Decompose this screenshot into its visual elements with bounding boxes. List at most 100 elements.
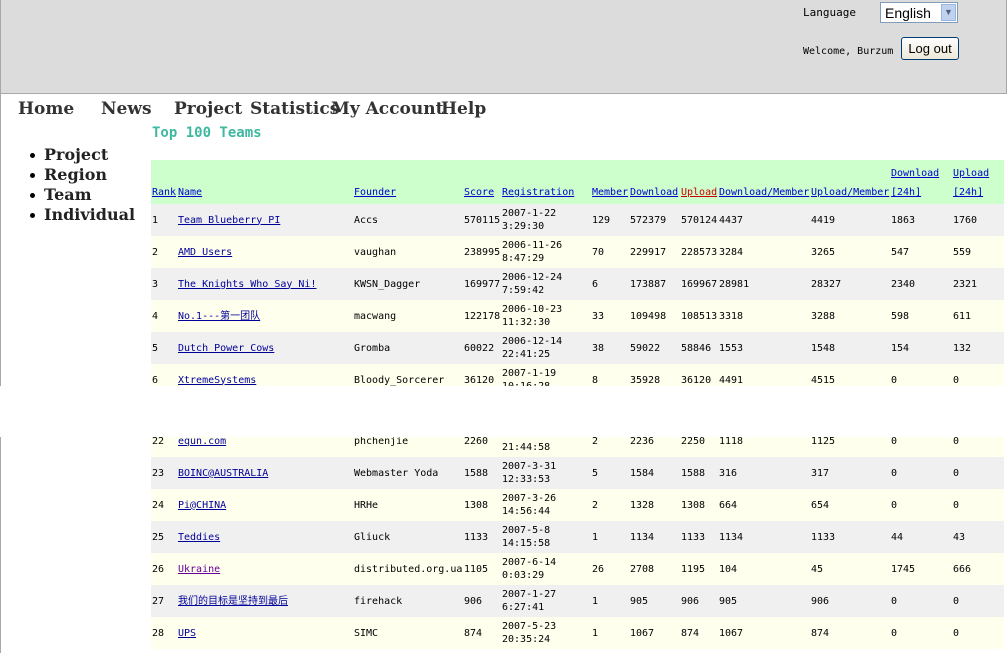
team-name-cell[interactable]: Teddies [177, 521, 353, 553]
founder-cell: firehack [353, 585, 463, 617]
download-per-member-cell: 1553 [718, 332, 810, 364]
table-header-row: Rank Name Founder Score Registration Mem… [151, 160, 1004, 204]
col-download[interactable]: Download [629, 160, 680, 204]
download-cell: 2236 [629, 437, 680, 457]
team-link[interactable]: Ukraine [178, 564, 220, 575]
team-link[interactable]: equn.com [178, 437, 226, 447]
upload-cell: 874 [680, 617, 718, 649]
registration-cell: 2006-12-14 22:41:25 [501, 332, 591, 364]
team-link[interactable]: Teddies [178, 532, 220, 543]
team-link[interactable]: The Knights Who Say Ni! [178, 279, 316, 290]
table-row: 28 UPS SIMC 874 2007-5-23 20:35:24 1 1067 874 10… [151, 617, 1004, 649]
rank-cell: 1 [151, 204, 177, 236]
download-24h-cell: 44 [890, 521, 952, 553]
upload-per-member-cell: 4419 [810, 204, 890, 236]
sidebar-item-project[interactable]: Project [26, 145, 135, 165]
rank-cell: 22 [151, 437, 177, 457]
col-name[interactable]: Name [177, 160, 353, 204]
team-name-cell[interactable]: The Knights Who Say Ni! [177, 268, 353, 300]
col-upload-per-member[interactable]: Upload/Member [810, 160, 890, 204]
nav-help[interactable]: Help [441, 99, 486, 119]
upload-per-member-cell: 4515 [810, 364, 890, 386]
col-upload-24h[interactable]: Upload [24h] [952, 160, 1004, 204]
team-name-cell[interactable]: Dutch Power Cows [177, 332, 353, 364]
download-24h-cell: 0 [890, 437, 952, 457]
download-cell: 2708 [629, 553, 680, 585]
team-name-cell[interactable]: UPS [177, 617, 353, 649]
upload-cell: 570124 [680, 204, 718, 236]
score-cell: 874 [463, 617, 501, 649]
score-cell: 60022 [463, 332, 501, 364]
upload-24h-cell: 1760 [952, 204, 1004, 236]
teams-table-continued: 22equn.comphchenjie22602007-2-17 21:44:5… [151, 437, 1004, 649]
upload-per-member-cell: 45 [810, 553, 890, 585]
upload-cell: 58846 [680, 332, 718, 364]
team-link[interactable]: UPS [178, 628, 196, 639]
team-name-cell[interactable]: BOINC@AUSTRALIA [177, 457, 353, 489]
team-link[interactable]: AMD Users [178, 247, 232, 258]
team-link[interactable]: BOINC@AUSTRALIA [178, 468, 268, 479]
team-name-cell[interactable]: Team Blueberry PI [177, 204, 353, 236]
download-cell: 905 [629, 585, 680, 617]
team-name-cell[interactable]: AMD Users [177, 236, 353, 268]
team-name-cell[interactable]: Ukraine [177, 553, 353, 585]
language-select[interactable]: English ▼ [880, 2, 958, 23]
member-cell: 6 [591, 268, 629, 300]
member-cell: 129 [591, 204, 629, 236]
nav-my-account[interactable]: My Account [331, 99, 443, 119]
team-name-cell[interactable]: 我们的目标是坚持到最后 [177, 585, 353, 617]
founder-cell: SIMC [353, 617, 463, 649]
team-link[interactable]: No.1---第一团队 [178, 311, 260, 322]
upload-per-member-cell: 906 [810, 585, 890, 617]
team-name-cell[interactable]: equn.com [177, 437, 353, 457]
upload-per-member-cell: 317 [810, 457, 890, 489]
logout-button[interactable]: Log out [901, 37, 959, 60]
team-name-cell[interactable]: No.1---第一团队 [177, 300, 353, 332]
team-link[interactable]: 我们的目标是坚持到最后 [178, 596, 288, 607]
sidebar-item-team[interactable]: Team [26, 185, 135, 205]
registration-cell: 2007-2-17 21:44:58 [501, 437, 591, 457]
upload-per-member-cell: 874 [810, 617, 890, 649]
team-link[interactable]: Team Blueberry PI [178, 215, 280, 226]
upload-cell: 1133 [680, 521, 718, 553]
score-cell: 122178 [463, 300, 501, 332]
team-link[interactable]: Pi@CHINA [178, 500, 226, 511]
sidebar-item-individual[interactable]: Individual [26, 205, 135, 225]
col-member[interactable]: Member [591, 160, 629, 204]
score-cell: 2260 [463, 437, 501, 457]
col-founder[interactable]: Founder [353, 160, 463, 204]
founder-cell: Gliuck [353, 521, 463, 553]
registration-cell: 2006-11-26 8:47:29 [501, 236, 591, 268]
team-link[interactable]: Dutch Power Cows [178, 343, 274, 354]
upload-per-member-cell: 3288 [810, 300, 890, 332]
col-rank[interactable]: Rank [151, 160, 177, 204]
col-download-24h[interactable]: Download [24h] [890, 160, 952, 204]
team-name-cell[interactable]: Pi@CHINA [177, 489, 353, 521]
col-download-per-member[interactable]: Download/Member [718, 160, 810, 204]
nav-project[interactable]: Project [174, 99, 242, 119]
registration-cell: 2007-6-14 0:03:29 [501, 553, 591, 585]
member-cell: 2 [591, 489, 629, 521]
team-name-cell[interactable]: XtremeSystems [177, 364, 353, 386]
chevron-down-icon[interactable]: ▼ [941, 4, 956, 21]
member-cell: 5 [591, 457, 629, 489]
col-score[interactable]: Score [463, 160, 501, 204]
nav-news[interactable]: News [101, 99, 152, 119]
col-upload[interactable]: Upload [680, 160, 718, 204]
nav-home[interactable]: Home [18, 99, 74, 119]
table-row: 26 Ukraine distributed.org.ua 1105 2007-6-14… [151, 553, 1004, 585]
nav-statistics[interactable]: Statistics [250, 99, 339, 119]
col-registration[interactable]: Registration [501, 160, 591, 204]
upload-cell: 1195 [680, 553, 718, 585]
founder-cell: Webmaster Yoda [353, 457, 463, 489]
upload-per-member-cell: 1548 [810, 332, 890, 364]
team-link[interactable]: XtremeSystems [178, 375, 256, 386]
download-cell: 229917 [629, 236, 680, 268]
upload-per-member-cell: 3265 [810, 236, 890, 268]
language-value: English [885, 5, 931, 21]
upload-24h-cell: 559 [952, 236, 1004, 268]
download-24h-cell: 2340 [890, 268, 952, 300]
page-border [0, 437, 1, 653]
founder-cell: Bloody_Sorcerer [353, 364, 463, 386]
sidebar-item-region[interactable]: Region [26, 165, 135, 185]
